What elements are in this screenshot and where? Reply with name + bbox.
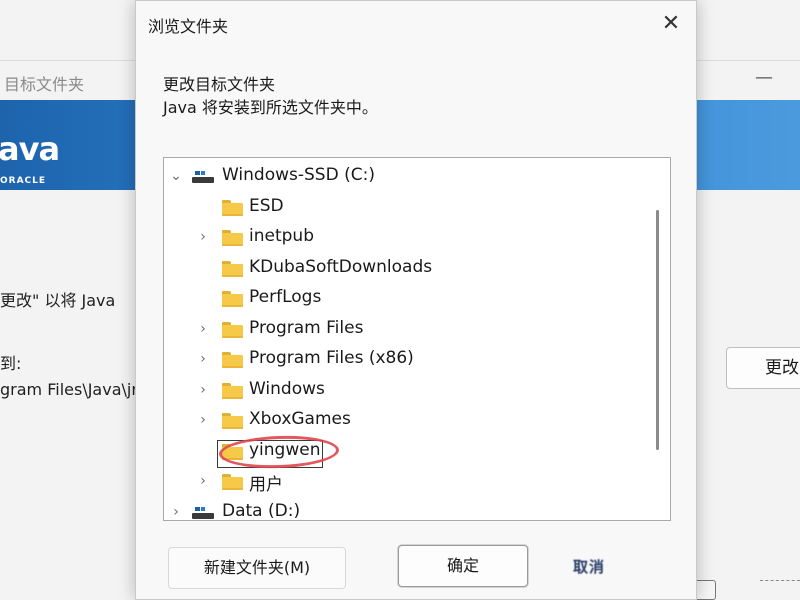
chevron-right-icon[interactable]: › <box>195 351 211 367</box>
tree-item-label: XboxGames <box>249 409 351 429</box>
tree-item-label: inetpub <box>249 226 314 246</box>
drive-icon <box>192 507 214 519</box>
tree-item-label: Windows-SSD (C:) <box>222 165 375 185</box>
folder-icon <box>222 291 243 307</box>
change-button[interactable]: 更改 <box>726 347 800 389</box>
cancel-button[interactable]: 取消 <box>541 547 637 589</box>
dialog-heading: 更改目标文件夹 <box>163 75 276 94</box>
close-icon[interactable]: ✕ <box>656 9 686 39</box>
folder-icon <box>222 261 243 277</box>
taskbar-edge <box>760 580 800 600</box>
tree-item-xboxgames[interactable]: › XboxGames <box>164 405 654 435</box>
tree-item-label: Windows <box>249 379 325 399</box>
tree-item-label: 用户 <box>249 475 283 495</box>
dialog-title: 浏览文件夹 <box>148 17 229 36</box>
folder-icon <box>222 413 243 429</box>
tree-item-users[interactable]: › 用户 <box>164 466 654 496</box>
tree-item-label: Data (D:) <box>222 501 301 521</box>
chevron-right-icon[interactable]: › <box>195 412 211 428</box>
new-folder-button[interactable]: 新建文件夹(M) <box>168 547 346 589</box>
installer-instruction-text: 更改" 以将 Java <box>0 291 116 310</box>
oracle-logo-text: ORACLE <box>0 176 47 186</box>
tree-item-program-files[interactable]: › Program Files <box>164 314 654 344</box>
browse-folder-dialog: 浏览文件夹 ✕ 更改目标文件夹 Java 将安装到所选文件夹中。 ⌄ Windo… <box>135 0 697 600</box>
tree-item-inetpub[interactable]: › inetpub <box>164 222 654 252</box>
chevron-down-icon[interactable]: ⌄ <box>168 168 184 184</box>
tree-item-kdubasoftdownloads[interactable]: KDubaSoftDownloads <box>164 253 654 283</box>
ok-button[interactable]: 确定 <box>398 545 528 587</box>
tree-item-label: ESD <box>249 196 284 216</box>
tree-item-label: KDubaSoftDownloads <box>249 257 433 277</box>
chevron-right-icon[interactable]: › <box>168 504 184 520</box>
tree-item-d-drive[interactable]: › Data (D:) <box>164 497 654 521</box>
tree-item-program-files-x86[interactable]: › Program Files (x86) <box>164 344 654 374</box>
folder-icon <box>222 474 243 490</box>
chevron-right-icon[interactable]: › <box>195 321 211 337</box>
dialog-description: Java 将安装到所选文件夹中。 <box>163 98 378 117</box>
tree-item-esd[interactable]: ESD <box>164 192 654 222</box>
folder-tree[interactable]: ⌄ Windows-SSD (C:) ESD › inetpub KDubaSo… <box>163 157 671 521</box>
folder-icon <box>222 200 243 216</box>
installer-install-to-label: 到: <box>0 354 22 373</box>
tree-item-windows[interactable]: › Windows <box>164 375 654 405</box>
scrollbar-thumb[interactable] <box>656 210 659 450</box>
tree-item-label: Program Files (x86) <box>249 348 414 368</box>
tree-item-perflogs[interactable]: PerfLogs <box>164 283 654 313</box>
tree-item-label: Program Files <box>249 318 364 338</box>
folder-icon <box>222 322 243 338</box>
folder-icon <box>222 383 243 399</box>
installer-title: 目标文件夹 <box>4 75 85 94</box>
chevron-right-icon[interactable]: › <box>195 473 211 489</box>
folder-icon <box>222 352 243 368</box>
tree-item-c-drive[interactable]: ⌄ Windows-SSD (C:) <box>164 161 654 191</box>
drive-icon <box>192 171 214 183</box>
java-logo-word: ava <box>0 130 60 168</box>
chevron-right-icon[interactable]: › <box>195 382 211 398</box>
folder-icon <box>222 230 243 246</box>
installer-install-path: gram Files\Java\jr <box>0 380 138 399</box>
tree-item-label: PerfLogs <box>249 287 322 307</box>
chevron-right-icon[interactable]: › <box>195 229 211 245</box>
minimize-icon[interactable]: — <box>752 63 776 93</box>
